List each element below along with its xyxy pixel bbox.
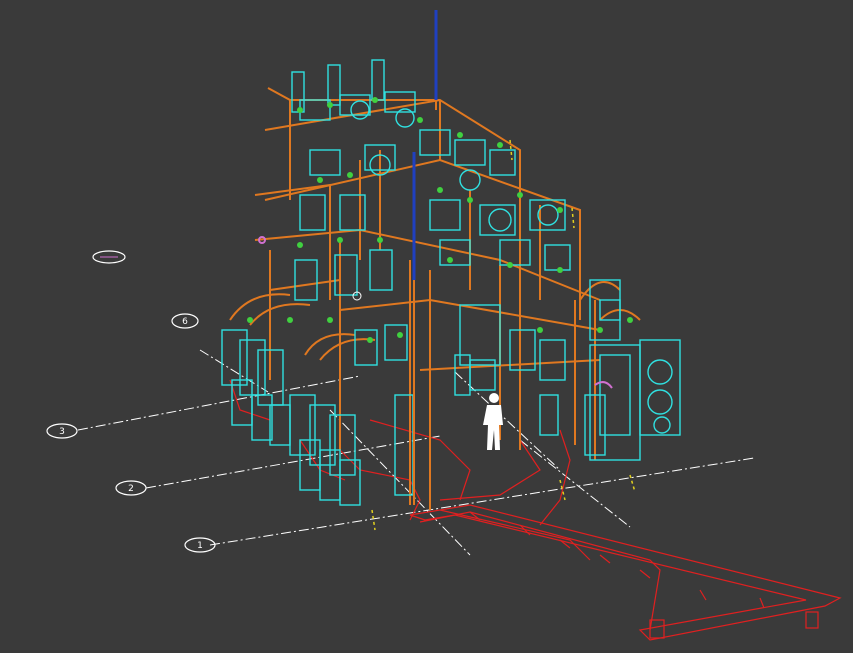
grid-bubble-3-label: 3 <box>59 427 65 437</box>
viewport-background <box>0 0 853 653</box>
grid-bubble-1-label: 1 <box>197 541 203 551</box>
grid-bubble-6-label: 6 <box>182 317 188 327</box>
grid-bubble-2-label: 2 <box>128 484 134 494</box>
cad-3d-viewport[interactable]: 6 3 2 1 <box>0 0 853 653</box>
